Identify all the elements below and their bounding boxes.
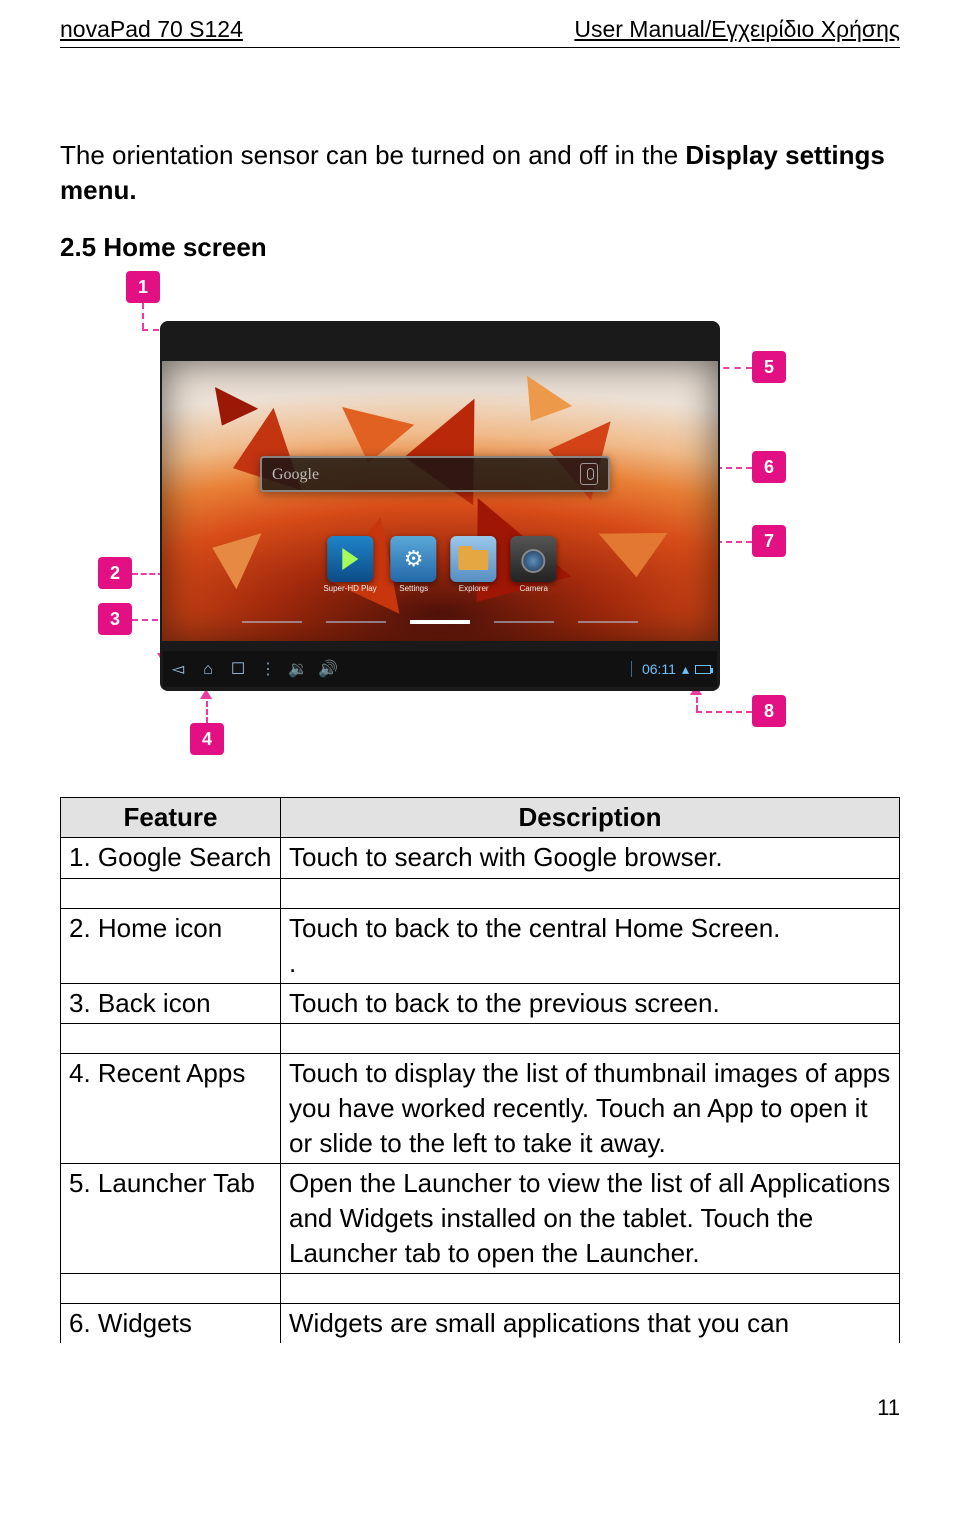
callout-1: 1 xyxy=(126,271,160,303)
callout-6: 6 xyxy=(752,451,786,483)
table-header-description: Description xyxy=(281,798,900,838)
feature-cell: 2. Home icon xyxy=(61,908,281,983)
app-explorer[interactable]: Explorer xyxy=(451,536,497,595)
table-row: 4. Recent Apps Touch to display the list… xyxy=(61,1053,900,1163)
battery-icon xyxy=(695,665,711,674)
annotated-screenshot: 1 2 3 4 5 6 7 xyxy=(40,271,760,761)
callout-5: 5 xyxy=(752,351,786,383)
wallpaper xyxy=(162,361,718,641)
callout-3: 3 xyxy=(98,603,132,635)
tablet-screen: g xyxy=(160,321,720,691)
feature-cell: 3. Back icon xyxy=(61,983,281,1023)
description-cell: Touch to back to the previous screen. xyxy=(281,983,900,1023)
app-dock: Super-HD Play ⚙ Settings Explorer xyxy=(323,536,556,595)
table-row: 2. Home icon Touch to back to the centra… xyxy=(61,908,900,983)
page-number: 11 xyxy=(60,1393,900,1423)
mic-icon[interactable] xyxy=(580,463,598,485)
app-camera[interactable]: Camera xyxy=(511,536,557,595)
status-area[interactable]: 06:11 xyxy=(631,660,711,679)
volume-down-icon[interactable]: 🔉 xyxy=(283,659,313,681)
table-row: 6. Widgets Widgets are small application… xyxy=(61,1304,900,1344)
google-search-widget[interactable]: Google xyxy=(260,456,610,492)
description-cell: Touch to search with Google browser. xyxy=(281,838,900,878)
header-right: User Manual/Εγχειρίδιο Χρήσης xyxy=(574,14,900,45)
callout-line xyxy=(696,711,752,713)
app-caption: Camera xyxy=(519,584,547,595)
feature-cell: 4. Recent Apps xyxy=(61,1053,281,1163)
description-cell: Widgets are small applications that you … xyxy=(281,1304,900,1344)
callout-8: 8 xyxy=(752,695,786,727)
app-caption: Explorer xyxy=(459,584,489,595)
app-settings[interactable]: ⚙ Settings xyxy=(391,536,437,595)
feature-table: Feature Description 1. Google Search Tou… xyxy=(60,797,900,1343)
table-row: 5. Launcher Tab Open the Launcher to vie… xyxy=(61,1164,900,1274)
wifi-icon xyxy=(682,660,689,679)
app-caption: Super-HD Play xyxy=(323,584,376,595)
recent-apps-icon[interactable]: ☐ xyxy=(223,659,253,681)
page-indicator xyxy=(242,619,638,625)
app-caption: Settings xyxy=(399,584,428,595)
clock-text: 06:11 xyxy=(642,660,676,679)
volume-up-icon[interactable]: 🔊 xyxy=(313,659,343,681)
callout-2: 2 xyxy=(98,557,132,589)
description-cell: Open the Launcher to view the list of al… xyxy=(281,1164,900,1274)
header-left: novaPad 70 S124 xyxy=(60,14,243,45)
intro-text-a: The orientation sensor can be turned on … xyxy=(60,140,685,170)
page-header: novaPad 70 S124 User Manual/Εγχειρίδιο Χ… xyxy=(60,14,900,48)
table-row: 1. Google Search Touch to search with Go… xyxy=(61,838,900,878)
google-widget-label: Google xyxy=(272,464,319,486)
callout-7: 7 xyxy=(752,525,786,557)
menu-icon[interactable]: ⋮ xyxy=(253,659,283,681)
feature-cell: 6. Widgets xyxy=(61,1304,281,1344)
back-icon[interactable]: ◅ xyxy=(163,659,193,681)
intro-paragraph: The orientation sensor can be turned on … xyxy=(60,138,900,208)
description-cell: Touch to back to the central Home Screen… xyxy=(281,908,900,983)
callout-4: 4 xyxy=(190,723,224,755)
table-row: 3. Back icon Touch to back to the previo… xyxy=(61,983,900,1023)
feature-cell: 1. Google Search xyxy=(61,838,281,878)
home-icon[interactable]: ⌂ xyxy=(193,659,223,681)
app-superhd[interactable]: Super-HD Play xyxy=(323,536,376,595)
feature-cell: 5. Launcher Tab xyxy=(61,1164,281,1274)
callout-line xyxy=(142,303,144,329)
section-title: 2.5 Home screen xyxy=(60,230,900,265)
table-header-feature: Feature xyxy=(61,798,281,838)
nav-bar: ◅ ⌂ ☐ ⋮ 🔉 🔊 06:11 xyxy=(163,651,717,687)
description-cell: Touch to display the list of thumbnail i… xyxy=(281,1053,900,1163)
